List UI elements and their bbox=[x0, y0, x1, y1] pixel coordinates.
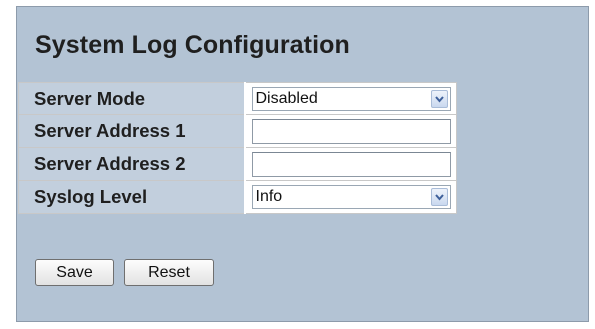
save-button[interactable]: Save bbox=[35, 259, 114, 286]
server-mode-label: Server Mode bbox=[18, 82, 246, 115]
syslog-config-table: Server Mode Disabled Server Address 1 Se… bbox=[18, 82, 457, 214]
server-address-1-label: Server Address 1 bbox=[18, 114, 246, 148]
reset-button[interactable]: Reset bbox=[124, 259, 214, 286]
table-row: Server Mode Disabled bbox=[18, 82, 457, 115]
server-mode-value: Disabled bbox=[255, 89, 318, 107]
server-address-2-cell bbox=[244, 147, 457, 181]
chevron-down-icon[interactable] bbox=[430, 188, 448, 206]
table-row: Server Address 2 bbox=[18, 147, 457, 181]
server-mode-cell: Disabled bbox=[244, 82, 457, 115]
server-mode-select[interactable]: Disabled bbox=[251, 86, 451, 111]
table-row: Server Address 1 bbox=[18, 114, 457, 148]
server-address-2-label: Server Address 2 bbox=[18, 147, 246, 181]
server-address-1-input[interactable] bbox=[251, 118, 451, 144]
syslog-level-value: Info bbox=[255, 188, 283, 205]
syslog-level-label: Syslog Level bbox=[18, 180, 246, 214]
server-address-1-cell bbox=[244, 114, 457, 148]
syslog-level-cell: Info bbox=[244, 180, 457, 214]
table-row: Syslog Level Info bbox=[18, 180, 457, 214]
page-title: System Log Configuration bbox=[35, 31, 350, 59]
chevron-down-icon[interactable] bbox=[430, 89, 448, 108]
server-address-2-input[interactable] bbox=[251, 151, 451, 177]
syslog-level-select[interactable]: Info bbox=[251, 185, 451, 209]
